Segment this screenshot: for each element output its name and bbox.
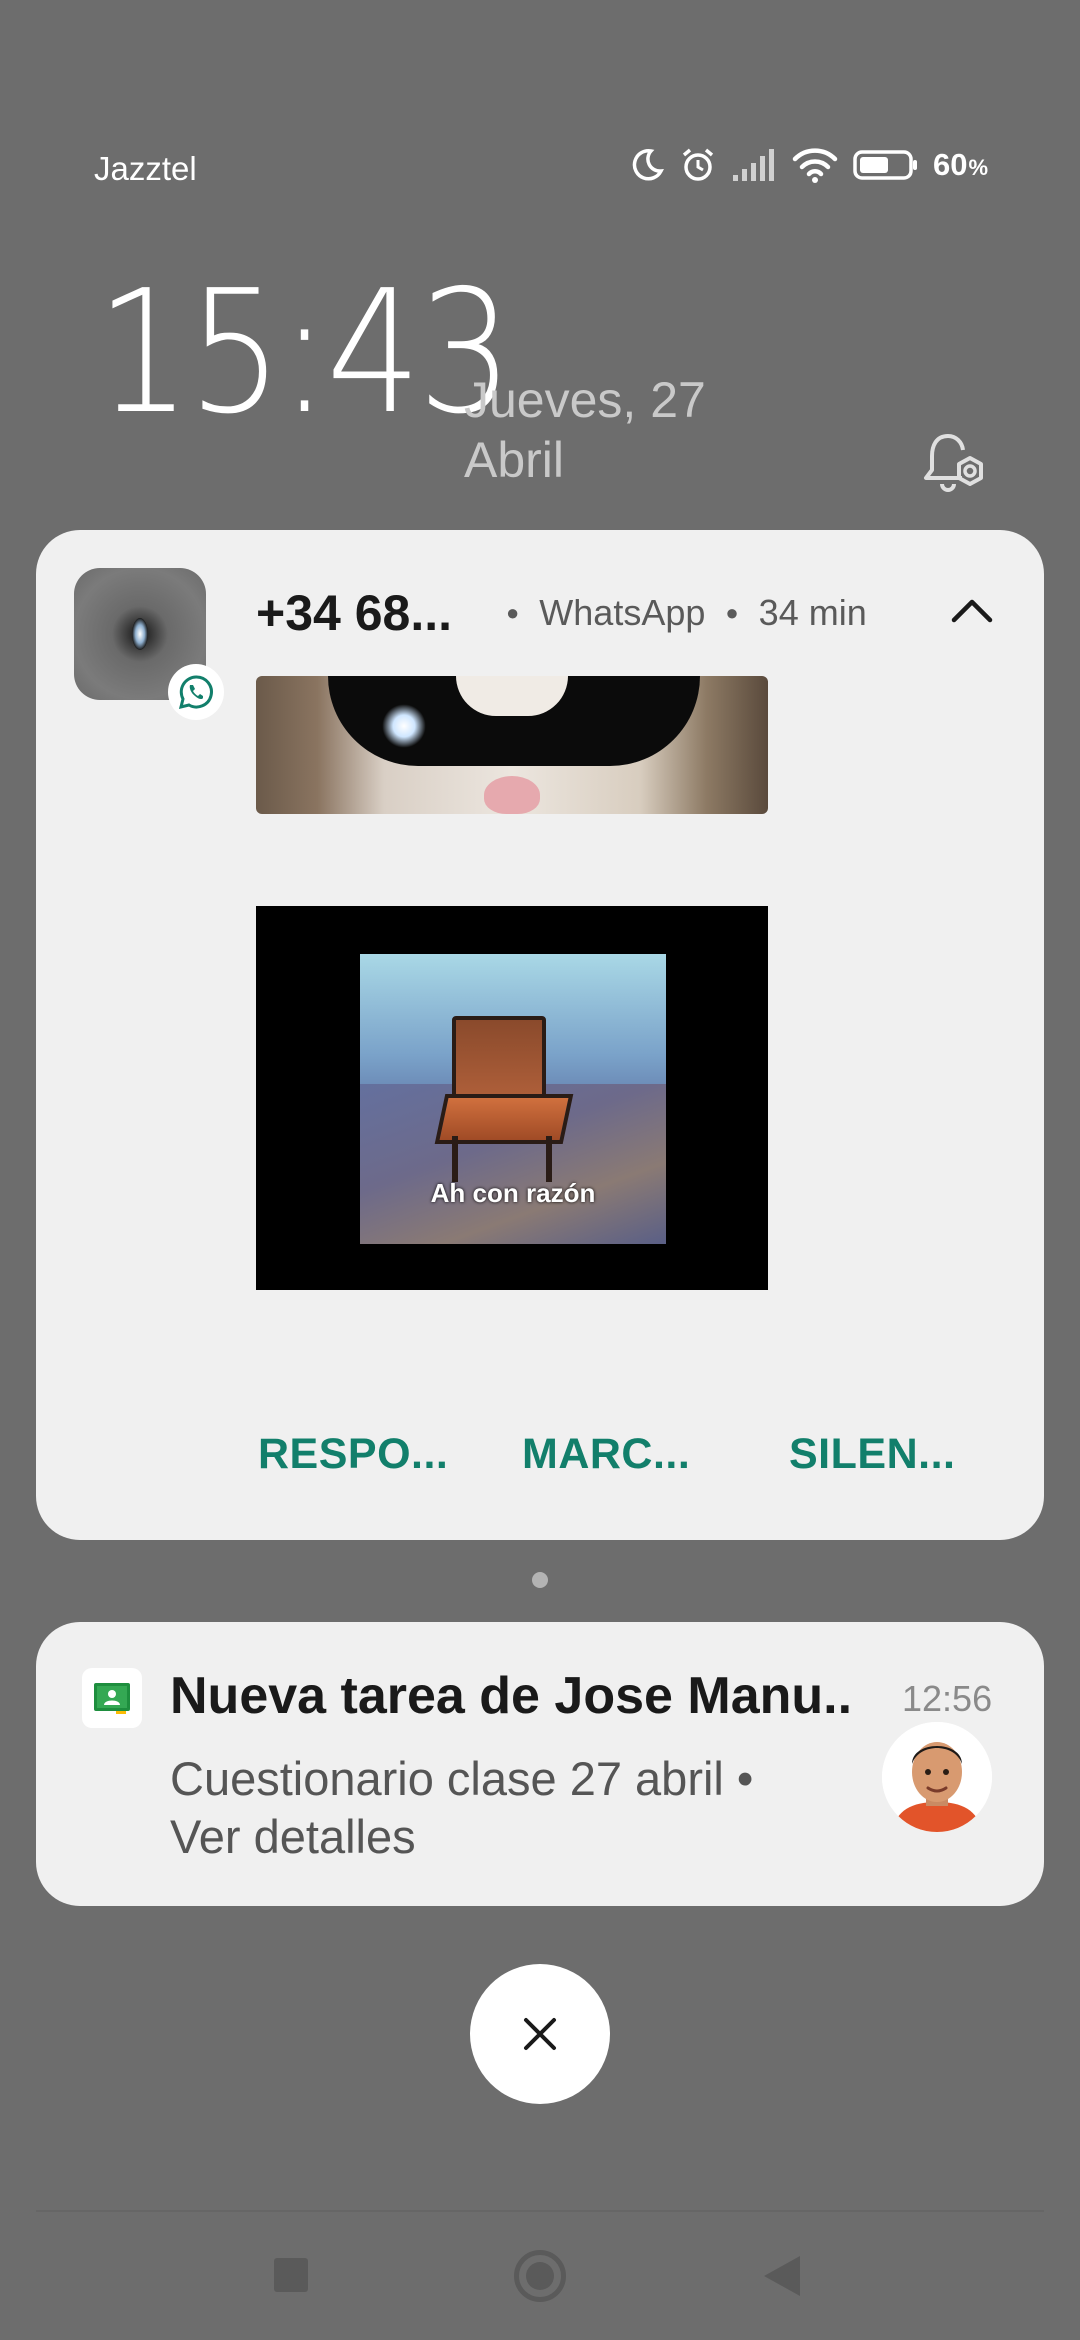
signal-icon (732, 149, 774, 181)
recents-square-icon[interactable] (274, 2258, 308, 2292)
status-icons: 60% (629, 146, 988, 184)
teacher-avatar (882, 1722, 992, 1832)
message-image-chair-meme[interactable]: Ah con razón (256, 906, 768, 1290)
notification-age: 34 min (758, 592, 867, 633)
notification-meta: ● WhatsApp ● 34 min (506, 592, 867, 634)
lockscreen-clock: 15:43 (96, 254, 513, 452)
alarm-icon (682, 148, 714, 181)
chair-leg (452, 1136, 458, 1182)
battery-percent-value: 60 (932, 147, 968, 182)
home-circle-icon[interactable] (514, 2250, 566, 2302)
notification-body: Cuestionario clase 27 abril • Ver detall… (170, 1752, 754, 1863)
navbar-divider (36, 2210, 1044, 2212)
mute-button[interactable]: SILEN... (789, 1430, 955, 1479)
date-weekday: Jueves, 27 (464, 372, 706, 428)
message-image-cat-sunglasses[interactable] (256, 676, 768, 814)
whatsapp-logo-icon (178, 675, 213, 710)
page-indicator-dot (532, 1572, 548, 1588)
chair-back (452, 1016, 546, 1104)
close-icon (524, 2018, 556, 2050)
notification-time: 12:56 (902, 1678, 993, 1719)
cat-nose (484, 776, 540, 814)
chair-scene: Ah con razón (360, 954, 666, 1244)
chair-leg (546, 1136, 552, 1182)
notification-title: Nueva tarea de Jose Manu.. (170, 1667, 853, 1725)
status-bar: Jazztel 60% (0, 0, 1080, 200)
lens-shine (382, 704, 426, 748)
separator-dot-icon: ● (506, 600, 520, 625)
back-triangle-icon[interactable] (764, 2256, 800, 2296)
wifi-icon (792, 148, 838, 183)
notification-sender: +34 68... (256, 585, 452, 641)
collapse-chevron-up-icon[interactable] (944, 584, 1000, 640)
lockscreen-date: Jueves, 27 Abril (464, 370, 706, 490)
google-classroom-icon (82, 1668, 142, 1728)
classroom-notification[interactable]: Nueva tarea de Jose Manu.. 12:56 Cuestio… (36, 1622, 1044, 1906)
whatsapp-app-icon (168, 664, 224, 720)
battery-percent: 60% (933, 147, 988, 183)
image-caption: Ah con razón (430, 1178, 596, 1208)
whatsapp-notification[interactable]: +34 68... ● WhatsApp ● 34 min Ah con raz… (36, 530, 1044, 1540)
battery-percent-unit: % (968, 155, 988, 180)
separator-dot-icon: ● (725, 600, 739, 625)
notification-app-name: WhatsApp (539, 592, 706, 633)
date-month: Abril (464, 432, 565, 488)
reply-button[interactable]: RESPO... (258, 1430, 448, 1479)
notification-settings-icon[interactable] (918, 428, 990, 500)
battery-icon (853, 150, 917, 180)
mark-read-button[interactable]: MARC... (522, 1430, 690, 1479)
carrier-name: Jazztel (94, 150, 197, 187)
clear-notifications-button[interactable] (470, 1964, 610, 2104)
moon-icon (632, 149, 664, 181)
